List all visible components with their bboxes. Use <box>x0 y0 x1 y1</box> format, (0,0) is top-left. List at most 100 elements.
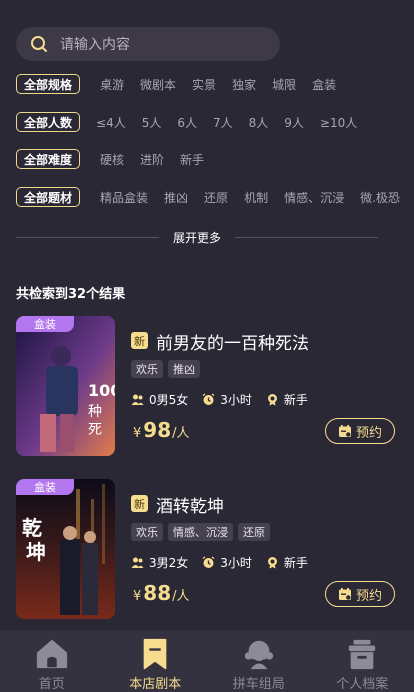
script-title[interactable]: 酒转乾坤 <box>156 492 224 517</box>
search-bar[interactable]: 请输入内容 <box>16 27 280 61</box>
cover-tag: 盒装 <box>16 316 74 332</box>
filter-chip-theme[interactable]: 全部题材 <box>16 187 81 207</box>
medal-icon <box>267 557 277 569</box>
filter-option[interactable]: 推凶 <box>164 189 188 206</box>
tab-bar: 首页 本店剧本 拼车组局 个人档案 <box>0 630 414 692</box>
price-currency: ¥ <box>133 426 142 441</box>
filter-option[interactable]: 9人 <box>284 114 304 131</box>
medal-icon <box>267 394 277 406</box>
price-value: 98 <box>143 418 172 442</box>
clock-icon <box>202 393 215 405</box>
new-badge: 新 <box>131 332 148 349</box>
filter-row-players: 全部人数 ≤4人 5人 6人 7人 8人 9人 ≥10人 <box>16 112 363 132</box>
tab-profile[interactable]: 个人档案 <box>311 630 414 692</box>
search-icon <box>31 36 47 52</box>
filter-row-theme: 全部题材 精品盒装 推凶 还原 机制 情感、沉浸 微.极恐 <box>16 187 414 207</box>
search-input[interactable]: 请输入内容 <box>60 34 130 54</box>
script-card[interactable]: 乾 坤 盒装 新 酒转乾坤 欢乐 情感、沉浸 还原 3男2女 3小时 新手 ¥ … <box>16 479 398 619</box>
filter-option[interactable]: 桌游 <box>100 76 124 93</box>
expand-more[interactable]: 展开更多 <box>16 228 379 246</box>
book-label: 预约 <box>355 588 382 604</box>
filter-option[interactable]: 实景 <box>192 76 216 93</box>
filter-option[interactable]: 独家 <box>232 76 256 93</box>
svg-text:100: 100 <box>88 381 115 400</box>
filter-option[interactable]: 微剧本 <box>140 76 176 93</box>
expand-more-label[interactable]: 展开更多 <box>159 229 235 246</box>
tag-list: 欢乐 情感、沉浸 还原 <box>131 523 275 541</box>
filter-option[interactable]: 微.极恐 <box>360 189 400 206</box>
tab-group-up[interactable]: 拼车组局 <box>207 630 311 692</box>
filter-chip-players[interactable]: 全部人数 <box>16 112 81 132</box>
svg-text:坤: 坤 <box>26 540 46 564</box>
genre-tag: 情感、沉浸 <box>168 523 233 541</box>
price-unit: /人 <box>172 589 190 604</box>
filter-chip-spec[interactable]: 全部规格 <box>16 74 81 94</box>
tab-store-scripts[interactable]: 本店剧本 <box>104 630 208 692</box>
tab-label: 拼车组局 <box>232 677 285 692</box>
divider <box>16 236 159 238</box>
filter-option[interactable]: 还原 <box>204 189 228 206</box>
cover-image: 100 种 死 盒装 <box>16 316 115 456</box>
difficulty-level: 新手 <box>283 393 308 407</box>
svg-text:死: 死 <box>88 422 102 438</box>
player-count: 0男5女 <box>149 393 189 407</box>
filter-option[interactable]: 6人 <box>177 114 197 131</box>
meta-row: 3男2女 3小时 新手 <box>131 554 322 571</box>
genre-tag: 欢乐 <box>131 523 163 541</box>
price: ¥ 98 /人 <box>133 418 190 442</box>
tab-label: 首页 <box>38 677 65 692</box>
price-currency: ¥ <box>133 589 142 604</box>
filter-option[interactable]: 情感、沉浸 <box>284 189 344 206</box>
svg-text:乾: 乾 <box>22 516 42 540</box>
filter-option[interactable]: ≤4人 <box>96 114 126 131</box>
book-button[interactable]: 预约 <box>325 581 395 607</box>
price-value: 88 <box>143 581 172 605</box>
bookmark-icon <box>143 638 167 670</box>
people-icon <box>131 394 144 405</box>
duration: 3小时 <box>220 393 252 407</box>
filter-option[interactable]: 5人 <box>142 114 162 131</box>
divider <box>235 236 379 238</box>
filter-row-spec: 全部规格 桌游 微剧本 实景 独家 城限 盒装 <box>16 74 342 94</box>
filter-option[interactable]: 城限 <box>272 76 296 93</box>
meta-row: 0男5女 3小时 新手 <box>131 391 322 408</box>
filter-option[interactable]: ≥10人 <box>320 114 357 131</box>
genre-tag: 欢乐 <box>131 360 163 378</box>
group-icon <box>244 640 273 670</box>
tab-label: 本店剧本 <box>129 677 182 692</box>
archive-icon <box>349 639 376 670</box>
filter-chip-difficulty[interactable]: 全部难度 <box>16 149 81 169</box>
filter-row-difficulty: 全部难度 硬核 进阶 新手 <box>16 149 210 169</box>
genre-tag: 推凶 <box>168 360 200 378</box>
svg-text:种: 种 <box>88 404 102 420</box>
filter-option[interactable]: 精品盒装 <box>100 189 148 206</box>
clock-icon <box>202 556 215 568</box>
book-label: 预约 <box>355 425 382 441</box>
filter-option[interactable]: 7人 <box>213 114 233 131</box>
cover-tag: 盒装 <box>16 479 74 495</box>
book-button[interactable]: 预约 <box>325 418 395 444</box>
difficulty-level: 新手 <box>283 556 308 570</box>
genre-tag: 还原 <box>238 523 270 541</box>
filter-option[interactable]: 硬核 <box>100 151 124 168</box>
tag-list: 欢乐 推凶 <box>131 360 205 378</box>
filter-option[interactable]: 新手 <box>180 151 204 168</box>
player-count: 3男2女 <box>149 556 189 570</box>
cover-image: 乾 坤 盒装 <box>16 479 115 619</box>
script-card[interactable]: 100 种 死 盒装 新 前男友的一百种死法 欢乐 推凶 0男5女 3小时 新手… <box>16 316 398 456</box>
filter-option[interactable]: 机制 <box>244 189 268 206</box>
filter-option[interactable]: 盒装 <box>312 76 336 93</box>
tab-home[interactable]: 首页 <box>0 630 104 692</box>
calendar-icon <box>338 588 351 600</box>
price-unit: /人 <box>172 426 190 441</box>
filter-option[interactable]: 进阶 <box>140 151 164 168</box>
result-count: 共检索到32个结果 <box>16 287 126 302</box>
new-badge: 新 <box>131 495 148 512</box>
home-icon <box>36 639 67 669</box>
duration: 3小时 <box>220 556 252 570</box>
script-title[interactable]: 前男友的一百种死法 <box>156 329 309 354</box>
filter-option[interactable]: 8人 <box>249 114 269 131</box>
calendar-icon <box>338 425 351 437</box>
tab-label: 个人档案 <box>336 677 389 692</box>
price: ¥ 88 /人 <box>133 581 190 605</box>
